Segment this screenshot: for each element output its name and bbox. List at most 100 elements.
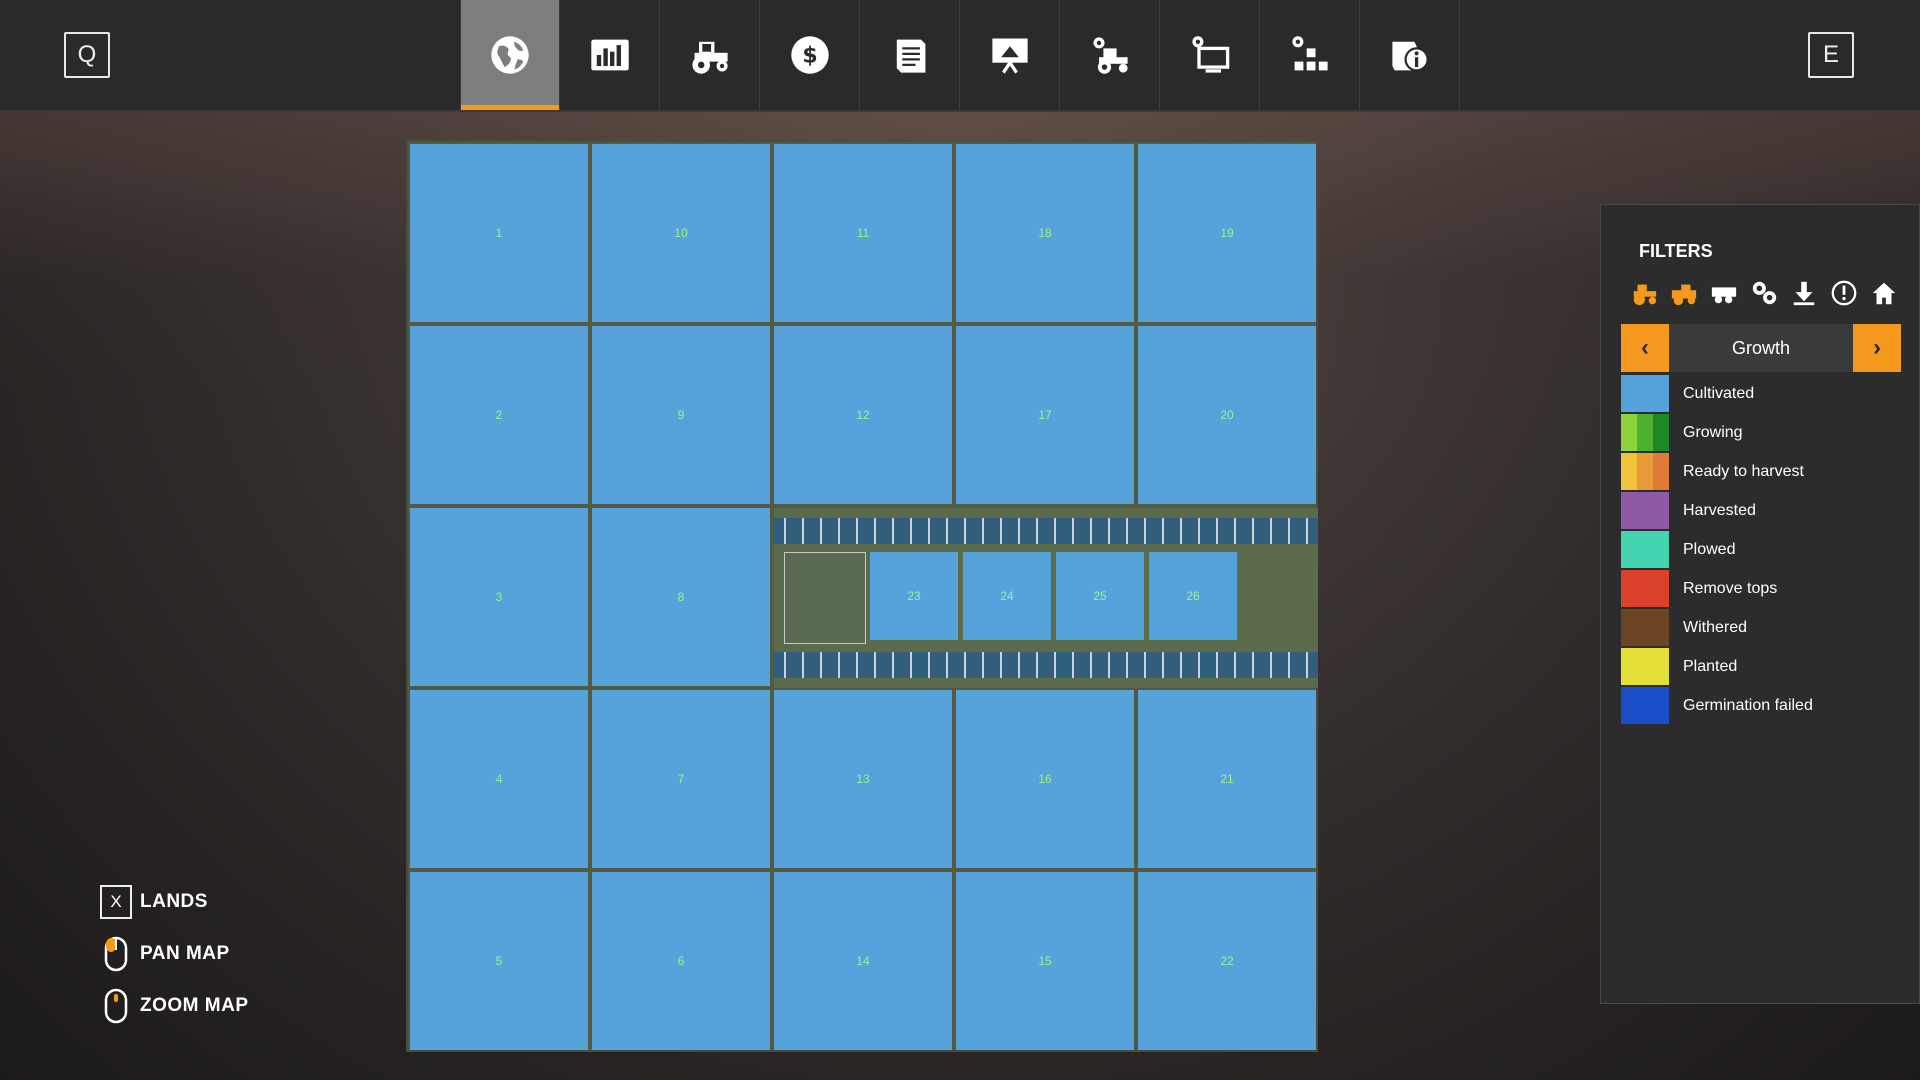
farmyard: 23 24 25 26 xyxy=(774,508,1318,688)
legend-item: Plowed xyxy=(1621,530,1901,569)
tab-garage[interactable] xyxy=(1060,0,1160,110)
map-field[interactable]: 3 xyxy=(410,508,588,686)
farm-fence-top xyxy=(774,518,1318,544)
globe-icon xyxy=(491,36,529,74)
zoom-mouse-icon xyxy=(100,987,132,1025)
legend-item: Remove tops xyxy=(1621,569,1901,608)
map-field[interactable]: 25 xyxy=(1056,552,1144,640)
home-filter-icon[interactable] xyxy=(1869,278,1899,308)
control-pan-map: PAN MAP xyxy=(100,928,249,980)
legend-item: Harvested xyxy=(1621,491,1901,530)
tractor-filter-icon[interactable] xyxy=(1629,278,1659,308)
tab-vehicles[interactable] xyxy=(660,0,760,110)
farm-map[interactable]: 22 15 14 6 5 21 16 13 7 4 8 3 20 17 12 9 2 19 18 11 10 1 23 24… xyxy=(406,140,1318,1052)
map-field[interactable]: 22 xyxy=(1138,872,1316,1050)
warning-filter-icon[interactable] xyxy=(1829,278,1859,308)
tab-tutorial[interactable] xyxy=(960,0,1060,110)
top-menu-bar: Q $ E xyxy=(0,0,1920,112)
map-field[interactable]: 26 xyxy=(1149,552,1237,640)
filters-title: FILTERS xyxy=(1639,241,1713,261)
map-field[interactable]: 23 xyxy=(870,552,958,640)
map-field[interactable]: 4 xyxy=(410,690,588,868)
tab-contracts[interactable] xyxy=(860,0,960,110)
previous-filter-button[interactable]: ‹ xyxy=(1621,324,1669,372)
legend-swatch xyxy=(1621,687,1669,724)
map-field[interactable]: 5 xyxy=(410,872,588,1050)
tab-productions[interactable] xyxy=(1260,0,1360,110)
legend-item: Withered xyxy=(1621,608,1901,647)
map-field[interactable]: 10 xyxy=(592,144,770,322)
x-key: X xyxy=(100,885,132,919)
control-label-lands: LANDS xyxy=(140,891,208,912)
legend-item: Cultivated xyxy=(1621,374,1901,413)
map-field[interactable]: 1 xyxy=(410,144,588,322)
map-field[interactable]: 17 xyxy=(956,326,1134,504)
tab-map[interactable] xyxy=(460,0,560,110)
legend-swatch xyxy=(1621,531,1669,568)
map-field[interactable]: 14 xyxy=(774,872,952,1050)
map-field[interactable]: 7 xyxy=(592,690,770,868)
map-field[interactable]: 18 xyxy=(956,144,1134,322)
map-field[interactable]: 9 xyxy=(592,326,770,504)
legend-label: Growing xyxy=(1683,423,1743,441)
legend-label: Cultivated xyxy=(1683,384,1755,402)
help-info-icon xyxy=(1391,41,1429,72)
control-label-zoom: ZOOM MAP xyxy=(140,995,249,1016)
legend-label: Harvested xyxy=(1683,501,1756,519)
map-field[interactable]: 20 xyxy=(1138,326,1316,504)
tab-help[interactable] xyxy=(1360,0,1460,110)
harvester-filter-icon[interactable] xyxy=(1669,278,1699,308)
presentation-icon xyxy=(991,38,1028,74)
tab-finances[interactable]: $ xyxy=(760,0,860,110)
map-field[interactable]: 16 xyxy=(956,690,1134,868)
map-field[interactable]: 12 xyxy=(774,326,952,504)
legend-label: Withered xyxy=(1683,618,1748,636)
dollar-icon: $ xyxy=(790,36,829,74)
map-controls: X LANDS PAN MAP ZOOM MAP xyxy=(100,876,249,1032)
map-field[interactable]: 24 xyxy=(963,552,1051,640)
monitor-settings-icon xyxy=(1191,36,1229,73)
legend-label: Plowed xyxy=(1683,540,1736,558)
map-field[interactable]: 13 xyxy=(774,690,952,868)
tab-settings[interactable] xyxy=(1160,0,1260,110)
trailer-filter-icon[interactable] xyxy=(1709,278,1739,308)
map-filter-selector: ‹ Growth › xyxy=(1621,324,1901,372)
legend-item: Ready to harvest xyxy=(1621,452,1901,491)
legend-item: Planted xyxy=(1621,647,1901,686)
legend-swatch xyxy=(1621,453,1669,490)
legend-item: Germination failed xyxy=(1621,686,1901,725)
menu-tabs: $ xyxy=(460,0,1460,110)
next-page-key[interactable]: E xyxy=(1808,32,1854,78)
legend-swatch xyxy=(1621,570,1669,607)
filter-mode-label: Growth xyxy=(1669,324,1853,372)
control-lands[interactable]: X LANDS xyxy=(100,876,249,928)
next-filter-button[interactable]: › xyxy=(1853,324,1901,372)
control-zoom-map: ZOOM MAP xyxy=(100,980,249,1032)
svg-text:$: $ xyxy=(802,44,817,69)
map-field[interactable]: 11 xyxy=(774,144,952,322)
production-blocks-icon xyxy=(1291,36,1328,71)
pan-mouse-icon xyxy=(100,935,132,973)
legend-swatch xyxy=(1621,492,1669,529)
download-filter-icon[interactable] xyxy=(1789,278,1819,308)
map-field[interactable]: 2 xyxy=(410,326,588,504)
map-field[interactable]: 19 xyxy=(1138,144,1316,322)
legend-swatch xyxy=(1621,609,1669,646)
tab-statistics[interactable] xyxy=(560,0,660,110)
stats-chart-icon xyxy=(590,39,629,71)
map-field[interactable]: 15 xyxy=(956,872,1134,1050)
filters-panel: FILTERS ‹ Growth › Cultivated Growing Read… xyxy=(1600,204,1920,1004)
map-field[interactable]: 6 xyxy=(592,872,770,1050)
tractor-settings-icon xyxy=(1093,37,1128,74)
growth-legend: Cultivated Growing Ready to harvest Harvest… xyxy=(1621,374,1901,725)
legend-swatch xyxy=(1621,375,1669,412)
map-field[interactable]: 21 xyxy=(1138,690,1316,868)
tools-filter-icon[interactable] xyxy=(1749,278,1779,308)
legend-label: Ready to harvest xyxy=(1683,462,1804,480)
legend-label: Germination failed xyxy=(1683,696,1813,714)
tractor-icon xyxy=(691,41,728,74)
prev-page-key[interactable]: Q xyxy=(64,32,110,78)
legend-item: Growing xyxy=(1621,413,1901,452)
map-field[interactable]: 8 xyxy=(592,508,770,686)
legend-label: Remove tops xyxy=(1683,579,1778,597)
